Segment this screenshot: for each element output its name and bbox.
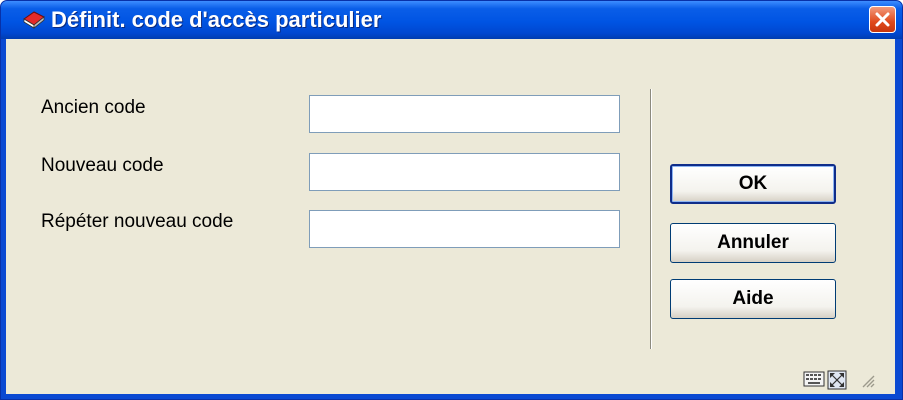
book-icon bbox=[23, 11, 45, 29]
window-title: Définit. code d'accès particulier bbox=[51, 7, 382, 32]
new-code-field[interactable] bbox=[309, 153, 620, 191]
old-code-field[interactable] bbox=[309, 95, 620, 133]
size-grip-icon[interactable] bbox=[859, 372, 875, 393]
old-code-label: Ancien code bbox=[41, 97, 146, 118]
dialog-body: Ancien code Nouveau code Répéter nouveau… bbox=[6, 39, 895, 394]
keyboard-icon[interactable] bbox=[803, 370, 825, 393]
repeat-code-field[interactable] bbox=[309, 210, 620, 248]
title-bar[interactable]: Définit. code d'accès particulier bbox=[1, 1, 902, 39]
cancel-button[interactable]: Annuler bbox=[670, 223, 836, 263]
status-icons bbox=[803, 370, 883, 390]
help-button[interactable]: Aide bbox=[670, 279, 836, 319]
dialog-window: Définit. code d'accès particulier Ancien… bbox=[0, 0, 903, 400]
repeat-code-label: Répéter nouveau code bbox=[41, 211, 234, 232]
close-button[interactable] bbox=[869, 6, 896, 33]
ok-button[interactable]: OK bbox=[670, 164, 836, 204]
close-icon bbox=[875, 12, 890, 27]
vertical-divider bbox=[650, 89, 652, 349]
new-code-label: Nouveau code bbox=[41, 155, 164, 176]
resize-icon[interactable] bbox=[827, 370, 847, 395]
